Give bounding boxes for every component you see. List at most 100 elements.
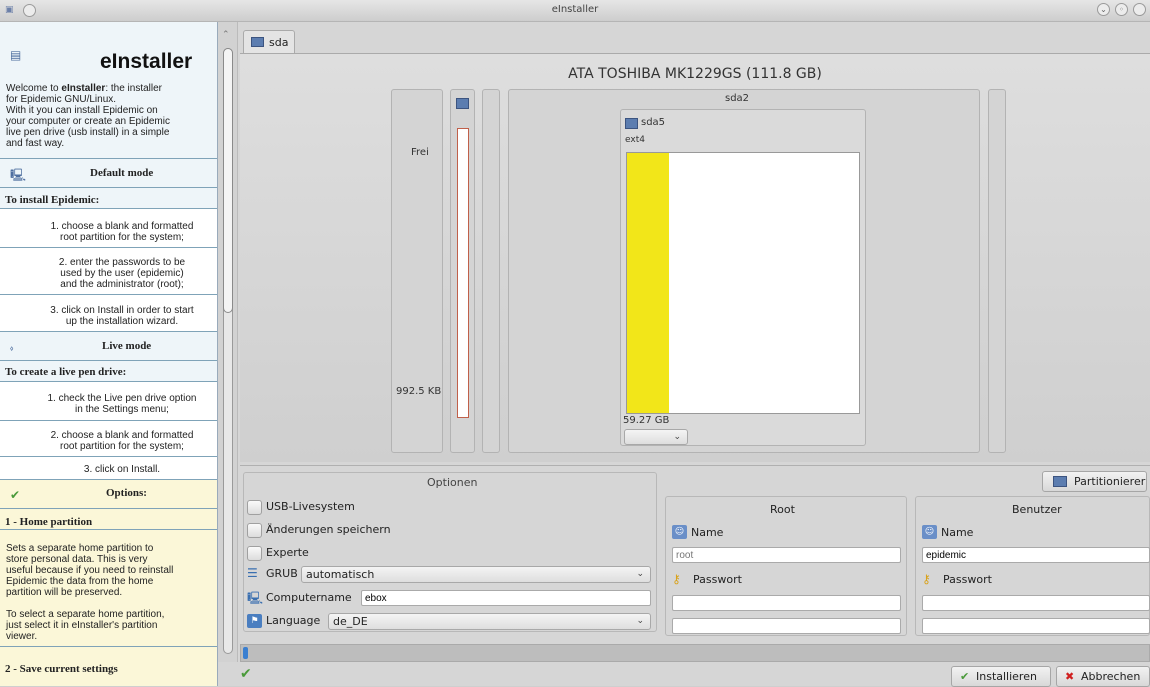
partition-fs: ext4 (625, 135, 645, 145)
installer-window: ▣ eInstaller ⌄ ◦ ▤ eInstaller Welcome to… (0, 0, 1150, 687)
title-bar: ▣ eInstaller ⌄ ◦ (0, 0, 1150, 22)
home-text-line: viewer. (6, 631, 38, 642)
computer-icon: 🖳 (247, 591, 264, 605)
install-button[interactable]: ✔ Installieren (951, 666, 1051, 687)
free-size: 992.5 KB (396, 386, 442, 397)
help-intro-line: your computer or create an Epidemic (6, 116, 170, 127)
to-install-heading: To install Epidemic: (5, 194, 100, 206)
free-space-block[interactable]: Frei 992.5 KB (391, 89, 443, 453)
partitioner-label: Partitionierer (1074, 475, 1146, 488)
partitioner-button[interactable]: Partitionierer (1042, 471, 1147, 492)
partition-size: 59.27 GB (623, 415, 670, 426)
home-text-line: Epidemic the data from the home (6, 576, 154, 587)
help-title: eInstaller (100, 50, 193, 73)
home-text-line: store personal data. This is very (6, 554, 148, 565)
user-card-icon: ☺ (672, 525, 687, 539)
home-text-line: partition will be preserved. (6, 587, 123, 598)
install-step-3: 3. click on Install in order to start up … (50, 305, 194, 327)
usb-live-label: USB-Livesystem (266, 500, 355, 513)
computer-name-label: Computername (266, 591, 352, 604)
close-button[interactable] (1133, 3, 1146, 16)
small-partition-block[interactable] (450, 89, 475, 453)
scroll-up-arrow[interactable]: ⌃ (222, 30, 230, 40)
usb-drive-icon: ⬫ (10, 341, 14, 355)
default-mode-heading: Default mode (90, 167, 154, 179)
grub-label: GRUB (266, 567, 298, 580)
user-group (915, 496, 1150, 636)
hard-disk-icon (456, 98, 469, 109)
tab-sda[interactable]: sda (243, 30, 295, 54)
hard-disk-icon (625, 118, 638, 129)
hard-disk-icon (1053, 476, 1067, 487)
user-password-input[interactable] (922, 595, 1150, 611)
usb-live-checkbox[interactable] (247, 500, 262, 515)
maximize-button[interactable]: ◦ (1115, 3, 1128, 16)
home-text-line: just select it in eInstaller's partition (6, 620, 158, 631)
home-text-line: To select a separate home partition, (6, 609, 165, 620)
user-password-confirm-input[interactable] (922, 618, 1150, 634)
install-step-2: 2. enter the passwords to be used by the … (58, 257, 186, 290)
home-partition-heading: 1 - Home partition (5, 516, 93, 528)
home-text-line: Sets a separate home partition to (6, 543, 154, 554)
cancel-label: Abbrechen (1081, 670, 1141, 683)
install-step-1: 1. choose a blank and formatted root part… (50, 221, 194, 243)
expert-label: Experte (266, 546, 309, 559)
language-icon: ⚑ (247, 614, 262, 628)
live-mode-heading: Live mode (102, 340, 152, 352)
extended-label: sda2 (725, 93, 750, 104)
root-password-label: Passwort (693, 573, 742, 586)
partition-action-select[interactable]: ⌄ (624, 429, 688, 445)
chevron-down-icon: ⌄ (636, 569, 644, 579)
installer-logo-icon: ▤ (10, 48, 22, 62)
key-icon: ⚷ (672, 572, 681, 586)
save-changes-label: Änderungen speichern (266, 523, 391, 536)
key-icon: ⚷ (922, 572, 931, 586)
small-partition-bar (457, 128, 469, 418)
cancel-button[interactable]: ✖ Abbrechen (1056, 666, 1150, 687)
computer-name-input[interactable] (361, 590, 651, 606)
user-name-input[interactable] (922, 547, 1150, 563)
save-changes-checkbox[interactable] (247, 523, 262, 538)
to-create-heading: To create a live pen drive: (5, 366, 127, 378)
save-settings-heading: 2 - Save current settings (5, 663, 118, 675)
user-password-label: Passwort (943, 573, 992, 586)
root-password-confirm-input[interactable] (672, 618, 901, 634)
live-step-1: 1. check the Live pen drive option in the… (47, 393, 197, 415)
options-heading: Options: (106, 487, 147, 499)
language-label: Language (266, 614, 321, 627)
close-icon: ✖ (1065, 670, 1075, 683)
help-intro-line: With it you can install Epidemic on (6, 105, 158, 116)
root-title: Root (770, 503, 795, 516)
checkmark-icon: ✔ (10, 488, 21, 502)
status-checkmark-icon: ✔ (240, 666, 252, 682)
chevron-down-icon: ⌄ (673, 432, 681, 442)
grub-select[interactable]: automatisch ⌄ (301, 566, 651, 583)
language-select[interactable]: de_DE ⌄ (328, 613, 651, 630)
extended-partition-sda2[interactable]: sda2 sda5 ext4 59.27 GB ⌄ (508, 89, 980, 453)
user-title: Benutzer (1012, 503, 1062, 516)
language-value: de_DE (333, 615, 368, 628)
help-scrollbar-thumb[interactable] (223, 48, 233, 313)
hard-disk-icon (251, 37, 264, 47)
partition-name: sda5 (641, 117, 666, 128)
partition-usage-box (626, 152, 860, 414)
help-panel[interactable]: ▤ eInstaller Welcome to eInstaller: the … (0, 22, 218, 686)
user-card-icon: ☺ (922, 525, 937, 539)
partition-used-fill (627, 153, 669, 413)
spacer-block (988, 89, 1006, 453)
install-progress-bar (240, 644, 1150, 662)
root-group (665, 496, 907, 636)
root-password-input[interactable] (672, 595, 901, 611)
root-name-input[interactable] (672, 547, 901, 563)
checkmark-icon: ✔ (960, 670, 970, 683)
grub-value: automatisch (306, 568, 375, 581)
live-step-3: 3. click on Install. (83, 464, 161, 475)
expert-checkbox[interactable] (247, 546, 262, 561)
partition-sda5[interactable]: sda5 ext4 59.27 GB ⌄ (620, 109, 866, 446)
disk-title: ATA TOSHIBA MK1229GS (111.8 GB) (568, 66, 822, 82)
free-label: Frei (411, 147, 429, 158)
user-name-label: Name (941, 526, 974, 539)
minimize-button[interactable]: ⌄ (1097, 3, 1110, 16)
help-intro-line: Welcome to eInstaller: the installer (6, 83, 163, 94)
spacer-block (482, 89, 500, 453)
